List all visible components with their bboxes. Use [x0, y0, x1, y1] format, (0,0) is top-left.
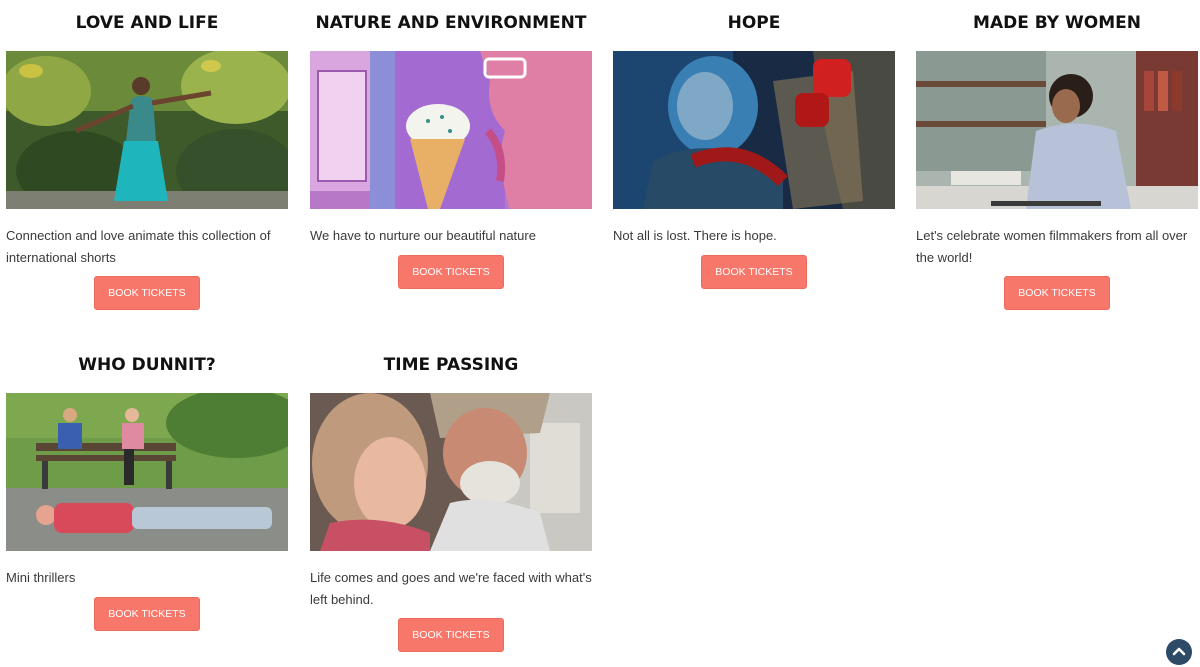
- card-image[interactable]: [6, 393, 288, 551]
- program-card-love-and-life: LOVE AND LIFE Connection and love animat…: [6, 11, 288, 310]
- card-description: Mini thrillers: [6, 570, 76, 585]
- button-row: BOOK TICKETS: [916, 276, 1198, 310]
- program-card-who-dunnit: WHO DUNNIT? Mini thrillers BOOK TICKETS: [6, 353, 288, 631]
- card-description: Life comes and goes and we're faced with…: [310, 570, 592, 607]
- button-row: BOOK TICKETS: [310, 254, 592, 289]
- card-title: LOVE AND LIFE: [75, 13, 219, 33]
- program-card-hope: HOPE Not all is lost. There is hope. BOO…: [613, 11, 895, 289]
- girl-and-grandfather-image: [310, 393, 592, 551]
- card-image[interactable]: [310, 51, 592, 209]
- card-title: WHO DUNNIT?: [78, 355, 216, 375]
- card-description: Connection and love animate this collect…: [6, 228, 271, 265]
- card-image[interactable]: [613, 51, 895, 209]
- woman-writing-library-image: [916, 51, 1198, 209]
- book-tickets-button[interactable]: BOOK TICKETS: [398, 254, 504, 289]
- card-title: MADE BY WOMEN: [973, 13, 1141, 33]
- program-card-made-by-women: MADE BY WOMEN Let's celebrate women film…: [916, 11, 1198, 310]
- card-image[interactable]: [310, 393, 592, 551]
- button-row: BOOK TICKETS: [613, 254, 895, 289]
- card-description: Not all is lost. There is hope.: [613, 228, 777, 243]
- button-row: BOOK TICKETS: [310, 618, 592, 652]
- book-tickets-button[interactable]: BOOK TICKETS: [94, 276, 200, 310]
- card-title: HOPE: [727, 13, 781, 33]
- button-row: BOOK TICKETS: [6, 276, 288, 310]
- card-description: Let's celebrate women filmmakers from al…: [916, 228, 1188, 265]
- card-description: We have to nurture our beautiful nature: [310, 228, 536, 243]
- dancer-in-garden-image: [6, 51, 288, 209]
- program-card-time-passing: TIME PASSING Life comes and goes and we'…: [310, 353, 592, 652]
- book-tickets-button[interactable]: BOOK TICKETS: [398, 618, 504, 652]
- card-title: TIME PASSING: [383, 355, 519, 375]
- ice-cream-illustration-image: [310, 51, 592, 209]
- book-tickets-button[interactable]: BOOK TICKETS: [94, 596, 200, 631]
- card-image[interactable]: [916, 51, 1198, 209]
- card-title: NATURE AND ENVIRONMENT: [315, 13, 587, 33]
- button-row: BOOK TICKETS: [6, 596, 288, 631]
- program-card-nature-and-environment: NATURE AND ENVIRONMENT We have to nurtur…: [310, 11, 592, 289]
- old-woman-blue-light-image: [613, 51, 895, 209]
- card-image[interactable]: [6, 51, 288, 209]
- chevron-up-icon: [1172, 647, 1186, 656]
- book-tickets-button[interactable]: BOOK TICKETS: [701, 254, 807, 289]
- scroll-to-top-button[interactable]: [1166, 639, 1192, 665]
- park-bench-body-image: [6, 393, 288, 551]
- book-tickets-button[interactable]: BOOK TICKETS: [1004, 276, 1110, 310]
